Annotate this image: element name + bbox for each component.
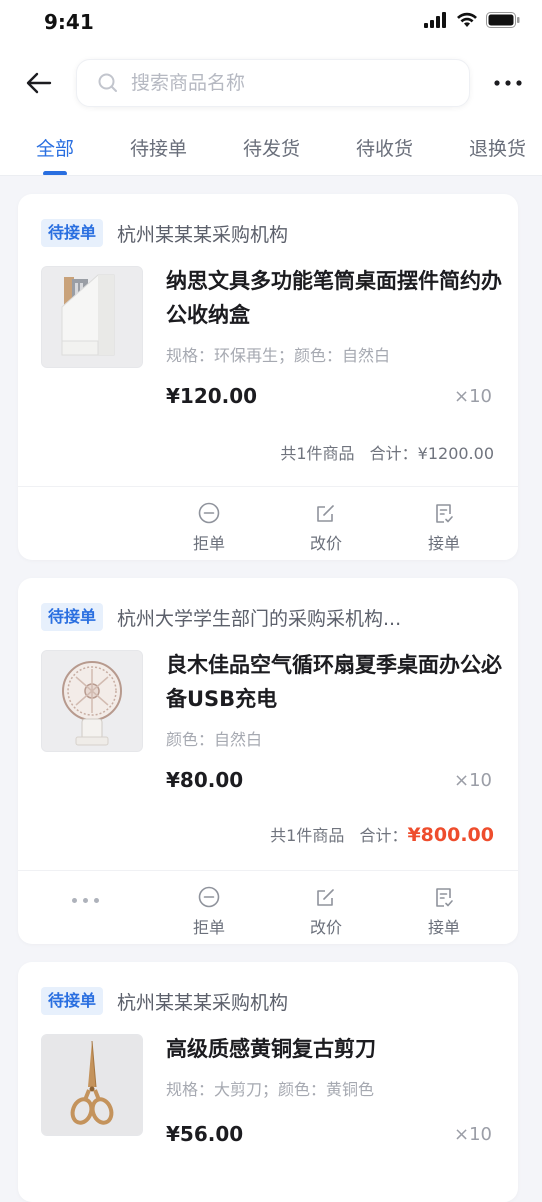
tab-returns[interactable]: 退换货 — [469, 120, 526, 176]
product-name: 高级质感黄铜复古剪刀 — [166, 1037, 376, 1061]
product-row[interactable]: 高级质感黄铜复古剪刀 规格：大剪刀；颜色：黄铜色 — [18, 1016, 518, 1146]
signal-icon — [424, 12, 448, 32]
product-price: ¥56.00 — [166, 1122, 244, 1146]
action-label: 改价 — [309, 534, 342, 553]
order-actions: 拒单 改价 接单 — [18, 498, 518, 568]
search-icon — [98, 73, 117, 92]
order-header: 待接单 杭州大学学生部门的采购采机构... — [18, 578, 518, 632]
action-label: 接单 — [427, 918, 460, 937]
battery-icon — [486, 12, 520, 32]
product-row[interactable]: 良木佳品空气循环扇夏季桌面办公必备USB充电 颜色：自然白 — [18, 632, 518, 762]
product-price: ¥80.00 — [166, 768, 244, 792]
tab-divider — [0, 175, 542, 176]
accept-button[interactable]: 接单 — [404, 498, 484, 554]
tab-label: 待发货 — [242, 138, 300, 160]
receipt-icon — [433, 498, 455, 524]
wifi-icon — [456, 12, 478, 32]
card-divider — [18, 870, 518, 871]
order-total: ¥800.00 — [407, 824, 494, 846]
desk-fan-image[interactable] — [41, 650, 143, 752]
back-button[interactable] — [22, 66, 56, 100]
order-card[interactable]: 待接单 杭州某某某采购机构 高级质感黄铜复古剪刀 规格：大剪刀；颜色：黄铜色 ¥… — [18, 962, 518, 1202]
tab-pending-receive[interactable]: 待收货 — [356, 120, 413, 176]
file-organizer-image[interactable] — [41, 266, 143, 368]
product-row[interactable]: 纳思文具多功能笔筒桌面摆件简约办公收纳盒 规格：环保再生；颜色：自然白 — [18, 248, 518, 378]
order-header: 待接单 杭州某某某采购机构 — [18, 962, 518, 1016]
arrow-left-icon — [26, 72, 52, 94]
more-dots-icon — [494, 80, 522, 86]
order-total: ¥1200.00 — [417, 444, 494, 463]
product-spec: 规格：大剪刀；颜色：黄铜色 — [166, 1080, 375, 1099]
status-badge: 待接单 — [41, 987, 104, 1015]
more-button[interactable] — [490, 65, 526, 101]
edit-icon — [315, 882, 337, 908]
edit-icon — [315, 498, 337, 524]
buyer-org-name: 杭州某某某采购机构 — [117, 223, 289, 246]
buyer-org-name: 杭州大学学生部门的采购采机构... — [117, 607, 402, 630]
top-area: 9:41 全部 待接单 待发货 — [0, 0, 542, 176]
order-actions: 拒单 改价 接单 — [18, 882, 518, 952]
search-row — [0, 46, 542, 120]
item-count: 共1件商品 — [280, 444, 355, 463]
scissors-image[interactable] — [41, 1034, 143, 1136]
product-name: 良木佳品空气循环扇夏季桌面办公必备USB充电 — [166, 653, 502, 711]
tab-bar: 全部 待接单 待发货 待收货 退换货 — [0, 120, 542, 176]
search-input[interactable] — [129, 71, 433, 95]
total-label: 合计： — [359, 826, 408, 845]
status-time: 9:41 — [44, 10, 94, 34]
status-badge: 待接单 — [41, 219, 104, 247]
product-quantity: ×10 — [454, 1124, 492, 1145]
tab-pending-accept[interactable]: 待接单 — [130, 120, 187, 176]
action-label: 改价 — [309, 918, 342, 937]
product-spec: 规格：环保再生；颜色：自然白 — [166, 346, 391, 365]
action-label: 拒单 — [192, 918, 225, 937]
action-label: 接单 — [427, 534, 460, 553]
product-quantity: ×10 — [454, 770, 492, 791]
status-bar: 9:41 — [0, 0, 542, 44]
change-price-button[interactable]: 改价 — [286, 882, 366, 938]
action-label: 拒单 — [192, 534, 225, 553]
change-price-button[interactable]: 改价 — [286, 498, 366, 554]
search-box[interactable] — [76, 59, 470, 107]
order-card[interactable]: 待接单 杭州大学学生部门的采购采机构... 良木佳品空气循环扇夏季桌面办公必备U… — [18, 578, 518, 944]
minus-circle-icon — [198, 882, 220, 908]
tab-label: 待接单 — [129, 138, 187, 160]
tab-pending-ship[interactable]: 待发货 — [243, 120, 300, 176]
buyer-org-name: 杭州某某某采购机构 — [117, 991, 289, 1014]
order-total-row: 共1件商品 合计：¥1200.00 — [280, 440, 494, 464]
total-label: 合计： — [369, 444, 418, 463]
minus-circle-icon — [198, 498, 220, 524]
reject-button[interactable]: 拒单 — [169, 882, 249, 938]
order-card[interactable]: 待接单 杭州某某某采购机构 纳思文具多功能笔筒桌面摆件简约办公收纳盒 规格：环保… — [18, 194, 518, 560]
order-header: 待接单 杭州某某某采购机构 — [18, 194, 518, 248]
item-count: 共1件商品 — [270, 826, 345, 845]
tab-label: 全部 — [36, 138, 75, 160]
product-quantity: ×10 — [454, 386, 492, 407]
order-total-row: 共1件商品 合计：¥800.00 — [270, 822, 494, 846]
reject-button[interactable]: 拒单 — [169, 498, 249, 554]
more-actions-button[interactable] — [72, 898, 99, 903]
status-badge: 待接单 — [41, 603, 104, 631]
product-name: 纳思文具多功能笔筒桌面摆件简约办公收纳盒 — [166, 269, 502, 327]
product-price: ¥120.00 — [166, 384, 258, 408]
product-spec: 颜色：自然白 — [166, 730, 263, 749]
receipt-icon — [433, 882, 455, 908]
status-icons — [424, 12, 520, 32]
accept-button[interactable]: 接单 — [404, 882, 484, 938]
tab-all[interactable]: 全部 — [36, 120, 74, 176]
card-divider — [18, 486, 518, 487]
tab-label: 待收货 — [355, 138, 413, 160]
tab-label: 退换货 — [468, 138, 526, 160]
